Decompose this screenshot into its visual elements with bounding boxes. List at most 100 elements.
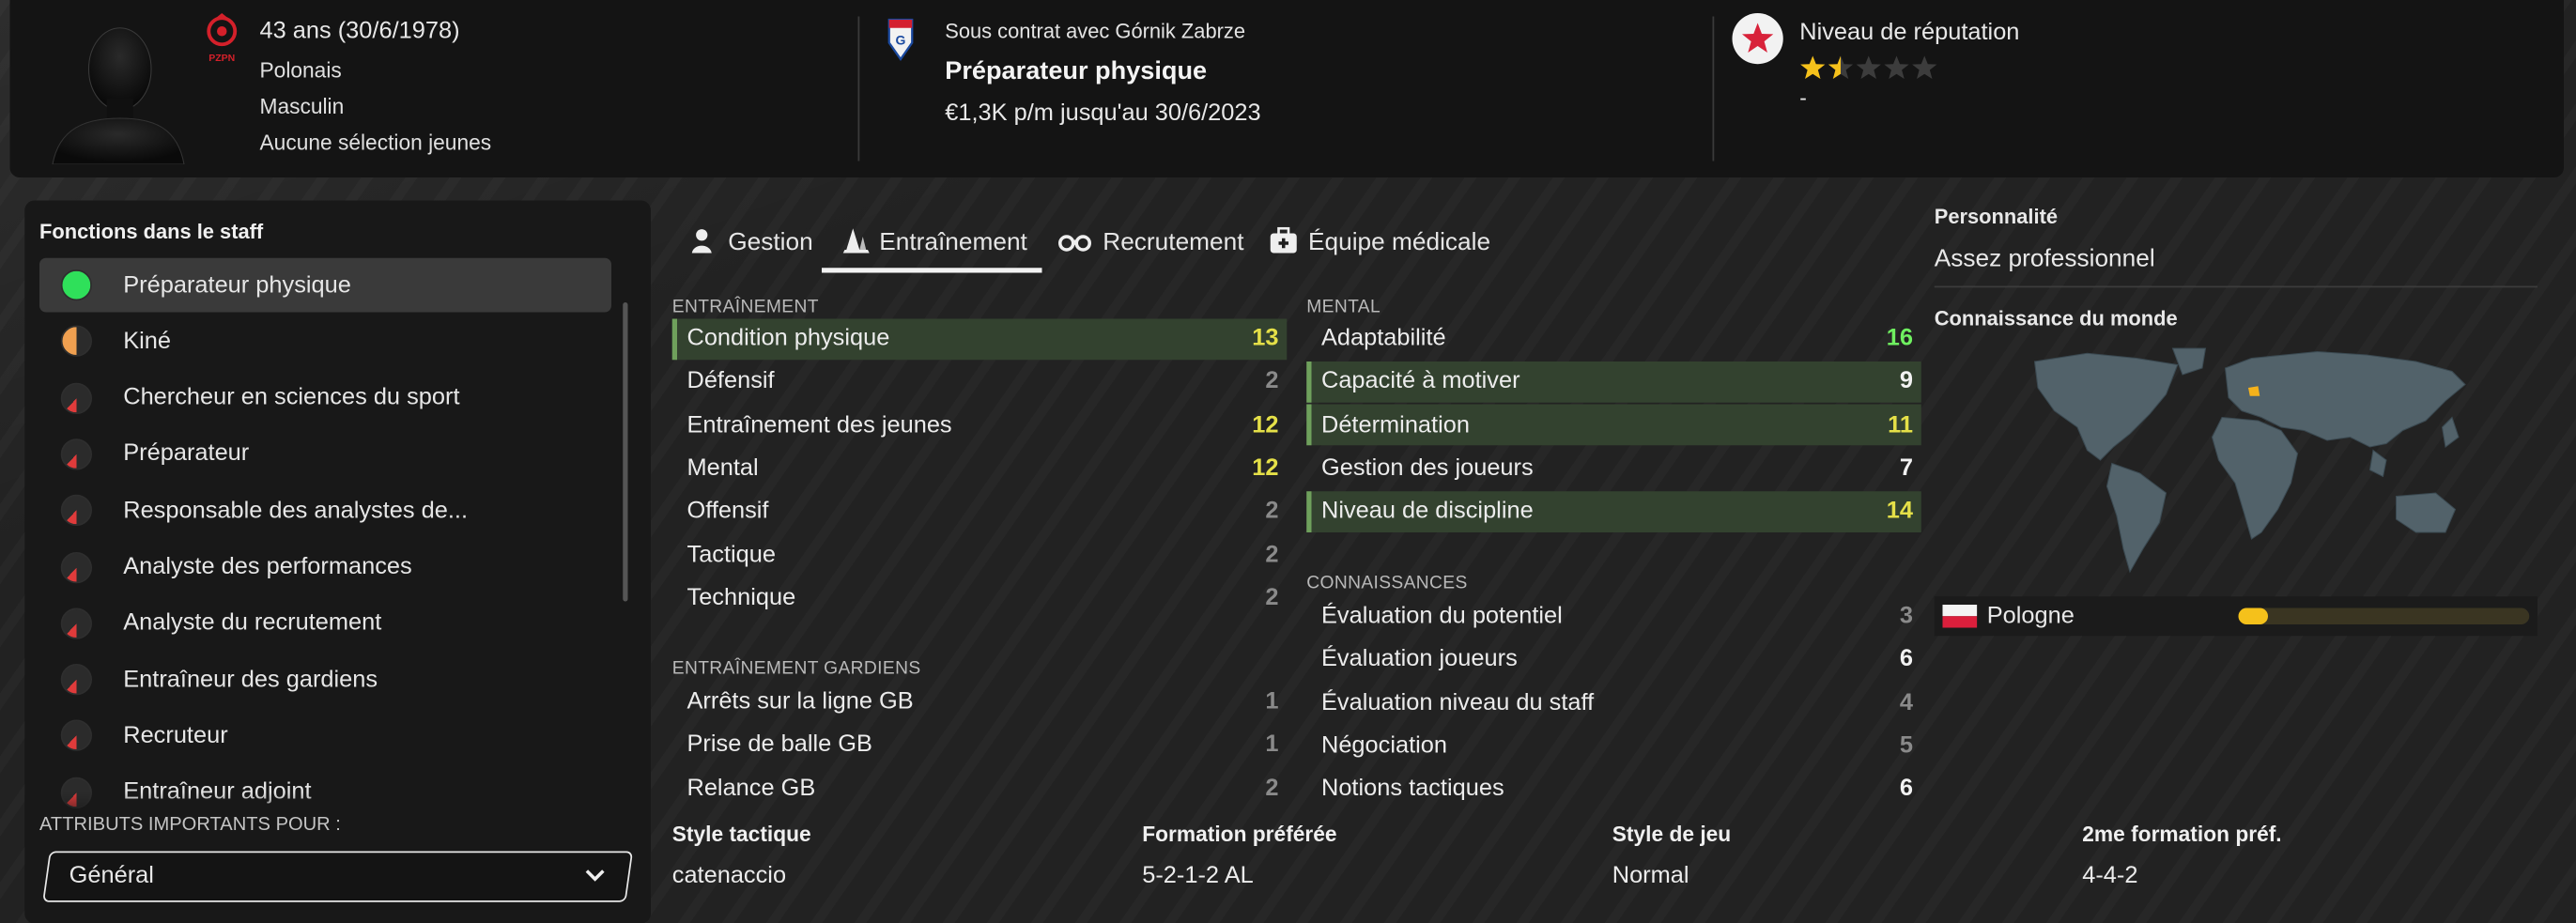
- country-name: Pologne: [1986, 603, 2075, 630]
- attribute-name: Condition physique: [686, 325, 890, 352]
- country-knowledge-row[interactable]: Pologne: [1934, 596, 2537, 637]
- attribute-value: 6: [1899, 776, 1913, 803]
- attribute-name: Défensif: [686, 368, 775, 395]
- star-icon: [1884, 55, 1909, 79]
- tab-1[interactable]: Gestion: [688, 210, 813, 273]
- reputation-stars: [1799, 54, 1937, 81]
- chevron-down-icon: [585, 869, 605, 882]
- attribute-value: 14: [1886, 498, 1913, 525]
- roles-scrollbar[interactable]: [623, 302, 628, 602]
- attribute-row[interactable]: Détermination 11: [1306, 404, 1921, 446]
- star-icon: [1742, 23, 1774, 53]
- attribute-value: 1: [1265, 688, 1279, 715]
- role-item[interactable]: Recruteur: [39, 709, 611, 763]
- role-item[interactable]: Préparateur: [39, 427, 611, 482]
- staff-roles-panel: Fonctions dans le staff Préparateur phys…: [24, 200, 651, 923]
- attribute-row[interactable]: Prise de balle GB 1: [672, 724, 1288, 765]
- tactics-value: 5-2-1-2 AL: [1142, 862, 1254, 889]
- personality-value: Assez professionnel: [1934, 244, 2155, 273]
- tab-label: Gestion: [728, 227, 813, 256]
- attributes-dropdown[interactable]: Général: [42, 851, 634, 902]
- club-crest-icon[interactable]: G: [886, 17, 916, 63]
- attribute-value: 1: [1265, 731, 1279, 759]
- role-suitability-icon: [60, 269, 92, 301]
- attribute-row[interactable]: Adaptabilité 16: [1306, 318, 1921, 360]
- attribute-row[interactable]: Arrêts sur la ligne GB 1: [672, 681, 1288, 722]
- attribute-row[interactable]: Relance GB 2: [672, 767, 1288, 808]
- attribute-name: Détermination: [1321, 411, 1470, 438]
- attribute-value: 3: [1899, 603, 1913, 630]
- section-title: ENTRAÎNEMENT GARDIENS: [671, 658, 921, 679]
- world-knowledge-label: Connaissance du monde: [1934, 307, 2178, 331]
- attribute-row[interactable]: Notions tactiques 6: [1306, 768, 1921, 809]
- attribute-value: 2: [1265, 368, 1279, 395]
- tactics-value: 4-4-2: [2082, 862, 2138, 889]
- attribute-name: Négociation: [1321, 732, 1448, 760]
- tactics-label: 2me formation préf.: [2082, 822, 2282, 847]
- role-suitability-icon: [60, 551, 92, 583]
- attribute-name: Adaptabilité: [1321, 325, 1446, 352]
- attribute-row[interactable]: Offensif 2: [672, 491, 1288, 532]
- role-label: Responsable des analystes de...: [123, 497, 469, 524]
- role-label: Entraîneur des gardiens: [123, 666, 378, 693]
- attribute-row[interactable]: Défensif 2: [672, 362, 1288, 403]
- nationality-text[interactable]: Polonais: [260, 57, 342, 82]
- attribute-value: 9: [1899, 368, 1913, 395]
- role-suitability-icon: [60, 608, 92, 639]
- role-item[interactable]: Analyste du recrutement: [39, 596, 611, 651]
- tab-label: Entraînement: [879, 227, 1027, 256]
- attribute-row[interactable]: Condition physique 13: [671, 317, 1288, 360]
- star-icon: [1856, 55, 1881, 79]
- attribute-name: Capacité à motiver: [1321, 368, 1520, 395]
- contract-club-link[interactable]: Sous contrat avec Górnik Zabrze: [945, 20, 1245, 43]
- attribute-row[interactable]: Capacité à motiver 9: [1306, 361, 1921, 403]
- role-item[interactable]: Préparateur physique: [39, 257, 611, 313]
- roles-panel-title: Fonctions dans le staff: [39, 220, 264, 244]
- attribute-row[interactable]: Tactique 2: [672, 534, 1288, 576]
- important-attributes-label: ATTRIBUTS IMPORTANTS POUR :: [39, 815, 341, 835]
- attribute-value: 16: [1886, 325, 1913, 352]
- attribute-row[interactable]: Évaluation niveau du staff 4: [1306, 682, 1921, 723]
- role-label: Préparateur: [123, 440, 250, 468]
- active-tab-indicator: [822, 268, 1042, 273]
- attribute-value: 6: [1899, 646, 1913, 673]
- divider: [1934, 285, 2537, 288]
- attribute-name: Prise de balle GB: [686, 731, 872, 759]
- role-item[interactable]: Chercheur en sciences du sport: [39, 371, 611, 425]
- salary-text: €1,3K p/m jusqu'au 30/6/2023: [945, 100, 1261, 127]
- attribute-row[interactable]: Évaluation du potentiel 3: [1306, 595, 1921, 637]
- star-icon: [1800, 55, 1826, 79]
- attribute-row[interactable]: Évaluation joueurs 6: [1306, 638, 1921, 680]
- attribute-row[interactable]: Entraînement des jeunes 12: [672, 405, 1288, 446]
- attribute-value: 4: [1899, 689, 1913, 716]
- role-label: Préparateur physique: [123, 271, 351, 299]
- tab-3[interactable]: Recrutement: [1057, 210, 1244, 273]
- star-icon: [1912, 55, 1937, 79]
- world-map[interactable]: [2022, 346, 2486, 586]
- tab-2[interactable]: Entraînement: [840, 210, 1027, 273]
- role-item[interactable]: Responsable des analystes de...: [39, 484, 611, 538]
- role-item[interactable]: Analyste des performances: [39, 540, 611, 594]
- attribute-name: Entraînement des jeunes: [686, 411, 952, 438]
- federation-logo: PZPN: [207, 13, 238, 64]
- attribute-row[interactable]: Négociation 5: [1306, 725, 1921, 766]
- role-suitability-icon: [60, 438, 92, 470]
- role-label: Analyste du recrutement: [123, 609, 382, 637]
- role-item[interactable]: Kiné: [39, 315, 611, 369]
- attribute-row[interactable]: Niveau de discipline 14: [1306, 490, 1921, 532]
- attribute-row[interactable]: Mental 12: [672, 448, 1288, 489]
- dropdown-value: Général: [69, 862, 154, 889]
- youth-caps-text: Aucune sélection jeunes: [259, 130, 492, 155]
- role-label: Chercheur en sciences du sport: [123, 384, 460, 411]
- attribute-value: 13: [1252, 325, 1279, 352]
- role-item[interactable]: Entraîneur des gardiens: [39, 653, 611, 707]
- attribute-row[interactable]: Technique 2: [672, 577, 1288, 619]
- role-suitability-icon: [60, 326, 92, 358]
- attribute-value: 5: [1899, 732, 1913, 760]
- attribute-name: Mental: [686, 454, 759, 482]
- tab-4[interactable]: Équipe médicale: [1269, 210, 1490, 273]
- divider: [857, 16, 860, 162]
- attribute-row[interactable]: Gestion des joueurs 7: [1306, 448, 1921, 489]
- attribute-name: Évaluation joueurs: [1321, 646, 1518, 673]
- attribute-value: 7: [1899, 454, 1913, 482]
